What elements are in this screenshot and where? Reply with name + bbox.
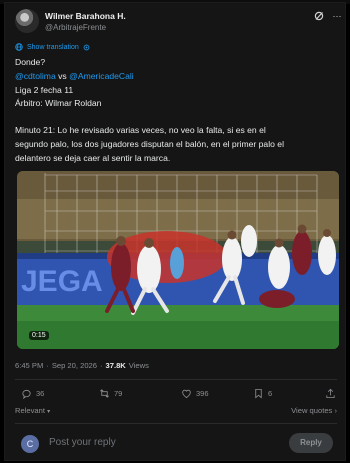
vs-text: vs	[58, 70, 67, 81]
heart-icon	[182, 389, 191, 399]
gear-icon[interactable]	[83, 44, 90, 51]
action-bar: 36 79 396 6	[15, 388, 337, 402]
post-meta: 6:45 PM · Sep 20, 2026 · 37.8K Views	[15, 361, 149, 370]
post-line-2: @cdtolima vs @AmericadeCali	[15, 70, 340, 84]
views-count: 37.8K	[105, 361, 126, 370]
author-name[interactable]: Wilmer Barahona H.	[45, 11, 126, 21]
grok-icon[interactable]	[314, 11, 324, 21]
post-line-3: Liga 2 fecha 11	[15, 84, 74, 95]
video-duration: 0:15	[29, 331, 49, 340]
repost-action[interactable]: 79	[99, 388, 122, 399]
post-header: Wilmer Barahona H. @ArbitrajeFrente ···	[15, 9, 342, 37]
sort-selector[interactable]: Relevant ▾	[15, 406, 50, 415]
paragraph-line-1: Minuto 21: Lo he revisado varias veces, …	[15, 125, 266, 135]
post-card: Wilmer Barahona H. @ArbitrajeFrente ··· …	[4, 2, 346, 461]
bookmark-icon	[255, 388, 262, 399]
video-player[interactable]: JEGA 0:15	[17, 171, 339, 349]
ad-board-text: JEGA	[21, 265, 103, 298]
post-date[interactable]: Sep 20, 2026	[52, 361, 97, 370]
mention-away[interactable]: @AmericadeCali	[69, 71, 134, 81]
post-paragraph: Minuto 21: Lo he revisado varias veces, …	[15, 124, 340, 165]
meta-separator: ·	[46, 361, 49, 370]
reply-input[interactable]: Post your reply	[49, 437, 116, 448]
reply-action[interactable]: 36	[21, 388, 44, 399]
globe-icon	[15, 43, 23, 51]
share-icon	[326, 388, 335, 399]
paragraph-line-3: delantero se deja caer al sentir la marc…	[15, 152, 171, 163]
video-frame: JEGA	[17, 171, 339, 349]
divider-bottom	[15, 423, 337, 424]
author-handle[interactable]: @ArbitrajeFrente	[45, 23, 106, 32]
reply-button[interactable]: Reply	[289, 433, 333, 453]
post-line-1: Donde?	[15, 57, 46, 67]
author-avatar[interactable]	[15, 9, 39, 33]
post-line-4: Árbitro: Wilmar Roldan	[15, 98, 102, 109]
like-action[interactable]: 396	[181, 388, 209, 399]
sort-label: Relevant	[15, 406, 45, 415]
divider-top	[15, 379, 337, 380]
repost-count: 79	[114, 389, 123, 398]
chevron-down-icon: ▾	[47, 409, 51, 415]
meta-separator-2: ·	[100, 361, 103, 370]
view-quotes-link[interactable]: View quotes ›	[291, 406, 337, 415]
reply-icon	[22, 389, 31, 399]
show-translation-label: Show translation	[27, 43, 79, 51]
show-translation-link[interactable]: Show translation	[15, 43, 90, 51]
mention-home[interactable]: @cdtolima	[15, 71, 56, 81]
post-time[interactable]: 6:45 PM	[15, 361, 43, 370]
views-label: Views	[128, 361, 149, 370]
view-quotes-label: View quotes	[291, 406, 333, 415]
repost-icon	[100, 389, 109, 398]
share-action[interactable]	[325, 388, 336, 399]
reply-count: 36	[36, 389, 45, 398]
bookmark-action[interactable]: 6	[253, 388, 272, 399]
post-text: Donde? @cdtolima vs @AmericadeCali Liga …	[15, 56, 340, 111]
more-options-icon[interactable]: ···	[331, 11, 343, 21]
paragraph-line-2: segundo palo, los dos jugadores disputan…	[15, 138, 284, 149]
reply-composer: C Post your reply Reply	[15, 431, 337, 457]
current-user-avatar: C	[21, 435, 39, 453]
chevron-right-icon: ›	[334, 406, 337, 415]
bookmark-count: 6	[268, 389, 273, 398]
like-count: 396	[196, 389, 209, 398]
